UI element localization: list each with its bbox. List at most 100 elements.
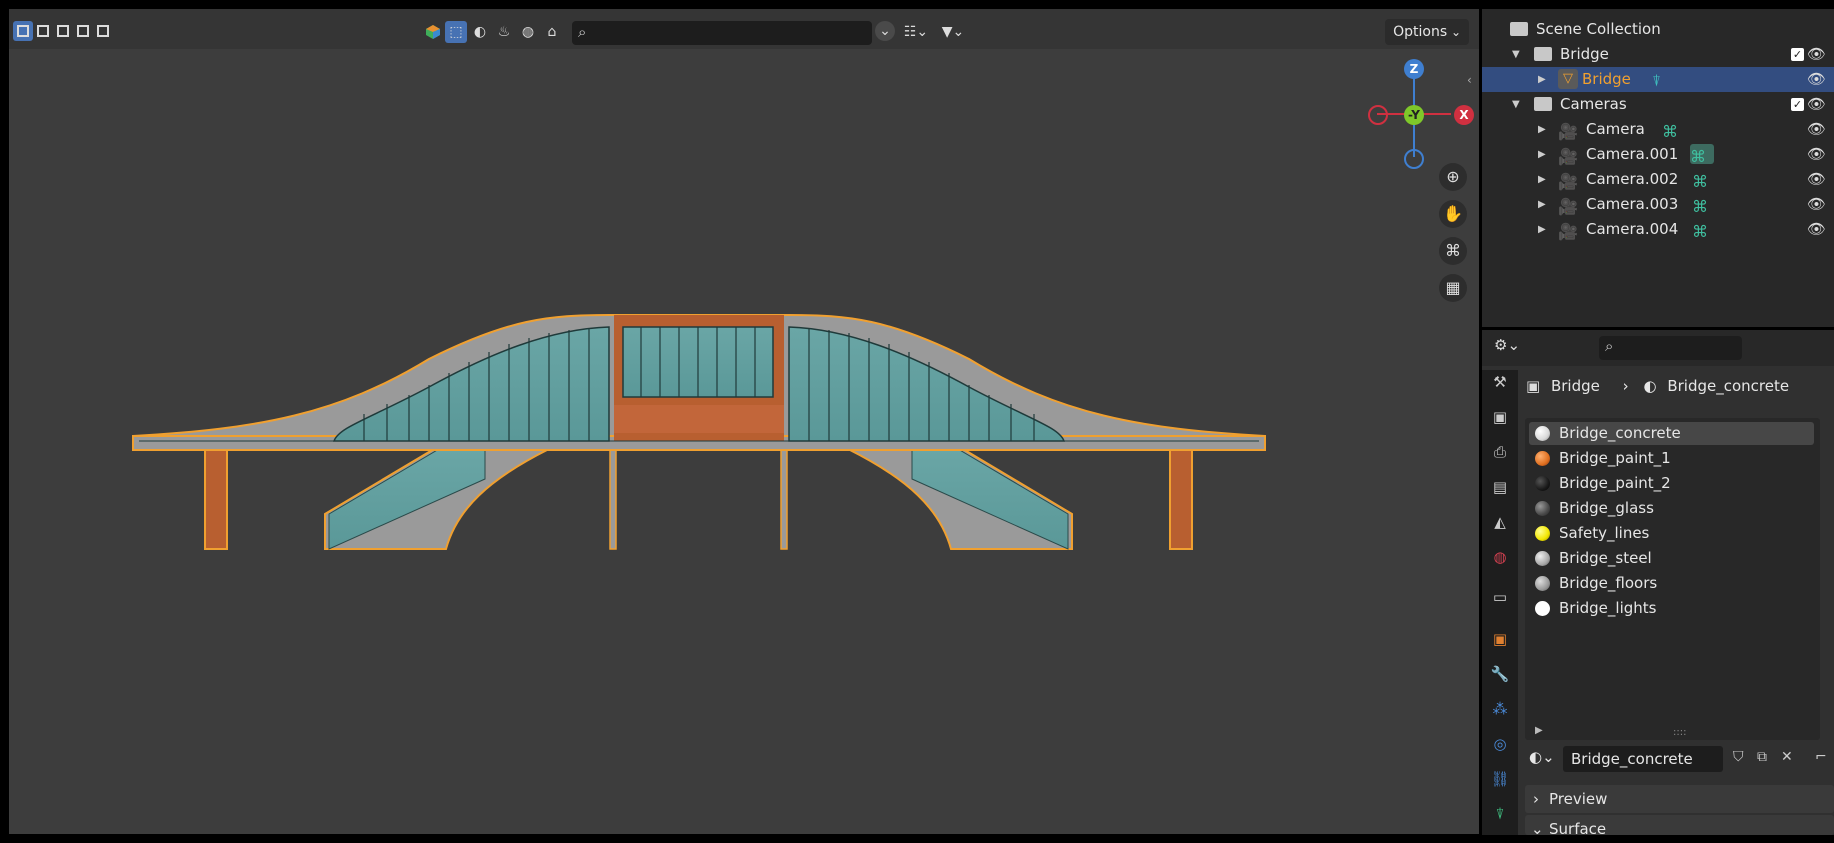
outliner-row-camera-004[interactable]: ▶ 🎥 Camera.004 ⌘ 👁: [1482, 217, 1834, 242]
surface-panel-header[interactable]: ⌄ Surface: [1525, 815, 1834, 835]
eye-icon[interactable]: 👁: [1807, 92, 1826, 117]
outliner-row-bridge-object[interactable]: ▶ ▽ Bridge ⍒ 👁: [1482, 67, 1834, 92]
pan-hand-icon[interactable]: ✋: [1439, 200, 1467, 228]
breadcrumb-material: Bridge_concrete: [1667, 377, 1790, 395]
resize-handle-icon[interactable]: ::::: [1673, 727, 1686, 738]
camera-data-icon[interactable]: ⌘: [1690, 144, 1714, 166]
outliner-row-bridge-collection[interactable]: ▼ Bridge ✓ 👁: [1482, 42, 1834, 67]
outliner-row-camera[interactable]: ▶ 🎥 Camera ⌘ 👁: [1482, 117, 1834, 142]
camera-data-icon[interactable]: ⌘: [1692, 194, 1712, 216]
exclude-checkbox[interactable]: ✓: [1791, 98, 1804, 111]
exclude-checkbox[interactable]: ✓: [1791, 48, 1804, 61]
camera-data-icon[interactable]: ⌘: [1662, 119, 1682, 141]
outliner-row-camera-001[interactable]: ▶ 🎥 Camera.001 ⌘ 👁: [1482, 142, 1834, 167]
breadcrumb-object: Bridge: [1550, 377, 1600, 395]
duplicate-material-icon[interactable]: ⧉: [1757, 749, 1767, 765]
eye-icon[interactable]: 👁: [1807, 167, 1826, 192]
material-slot[interactable]: Bridge_glass: [1529, 497, 1814, 520]
material-slot[interactable]: Bridge_floors: [1529, 572, 1814, 595]
outliner-row-camera-003[interactable]: ▶ 🎥 Camera.003 ⌘ 👁: [1482, 192, 1834, 217]
mesh-object-icon: ▽: [1558, 69, 1578, 89]
sidebar-toggle-icon[interactable]: ‹: [1467, 73, 1472, 87]
expand-triangle-icon[interactable]: ▶: [1538, 192, 1546, 217]
material-icon: ◐: [1643, 377, 1657, 395]
tool-tab-icon[interactable]: ⚒: [1488, 370, 1512, 394]
camera-object-icon: 🎥: [1558, 222, 1578, 241]
expand-triangle-icon[interactable]: ▶: [1538, 217, 1546, 242]
search-icon: ⌕: [1605, 337, 1614, 355]
expand-triangle-icon[interactable]: ▶: [1535, 725, 1543, 736]
outliner[interactable]: Scene Collection ▼ Bridge ✓ 👁 ▶ ▽ Bridge…: [1482, 9, 1834, 327]
camera-data-icon[interactable]: ⌘: [1692, 169, 1712, 191]
editor-type-dropdown[interactable]: ⚙⌄: [1494, 336, 1520, 354]
expand-triangle-icon[interactable]: ▶: [1538, 167, 1546, 192]
mesh-data-icon[interactable]: ⍒: [1652, 69, 1672, 90]
browse-material-icon[interactable]: ◐⌄: [1529, 748, 1555, 766]
gizmo-neg-z-axis[interactable]: [1404, 149, 1424, 169]
material-slot[interactable]: Bridge_steel: [1529, 547, 1814, 570]
view-layer-tab-icon[interactable]: ▤: [1488, 475, 1512, 499]
camera-object-icon: 🎥: [1558, 197, 1578, 216]
gizmo-x-axis[interactable]: X: [1454, 105, 1474, 125]
eye-icon[interactable]: 👁: [1807, 42, 1826, 67]
preview-panel-header[interactable]: › Preview: [1525, 785, 1834, 813]
data-tab-icon[interactable]: ⍒: [1488, 802, 1512, 826]
gizmo-neg-y-axis[interactable]: -Y: [1404, 105, 1424, 125]
zoom-icon[interactable]: ⊕: [1439, 163, 1467, 191]
object-tab-icon[interactable]: ▣: [1488, 627, 1512, 651]
gizmo-z-axis[interactable]: Z: [1404, 59, 1424, 79]
bridge-model[interactable]: [9, 9, 1479, 834]
chevron-down-icon: ⌄: [1531, 820, 1544, 835]
grid-perspective-icon[interactable]: ▦: [1439, 274, 1467, 302]
unlink-material-icon[interactable]: ✕: [1781, 749, 1793, 765]
modifier-wrench-icon[interactable]: 🔧: [1488, 662, 1512, 686]
camera-object-icon: 🎥: [1558, 172, 1578, 191]
outliner-row-camera-002[interactable]: ▶ 🎥 Camera.002 ⌘ 👁: [1482, 167, 1834, 192]
material-ball-icon: [1535, 526, 1550, 541]
properties-editor[interactable]: ⚙⌄ ⌕ ⚒ ▣ ⎙ ▤ ◭ ◍ ▭ ▣ 🔧 ⁂ ◎ ⛓ ⍒ ▣ Bridge …: [1482, 330, 1834, 835]
particles-tab-icon[interactable]: ⁂: [1488, 697, 1512, 721]
eyedropper-icon[interactable]: ⌐: [1815, 749, 1827, 765]
camera-data-icon[interactable]: ⌘: [1692, 219, 1712, 241]
material-slot[interactable]: Bridge_lights: [1529, 597, 1814, 620]
eye-icon[interactable]: 👁: [1807, 142, 1826, 167]
material-slot[interactable]: Bridge_concrete: [1529, 422, 1814, 445]
scene-tab-icon[interactable]: ◭: [1488, 510, 1512, 534]
expand-triangle-icon[interactable]: ▼: [1512, 42, 1520, 67]
properties-search-input[interactable]: ⌕: [1599, 336, 1742, 360]
eye-icon[interactable]: 👁: [1807, 117, 1826, 142]
fake-user-shield-icon[interactable]: ⛉: [1733, 749, 1744, 765]
outliner-row-scene-collection[interactable]: Scene Collection: [1482, 17, 1834, 42]
constraints-tab-icon[interactable]: ⛓: [1488, 767, 1512, 791]
material-slot-list[interactable]: Bridge_concrete Bridge_paint_1 Bridge_pa…: [1525, 418, 1820, 740]
properties-tabs: ⚒ ▣ ⎙ ▤ ◭ ◍ ▭ ▣ 🔧 ⁂ ◎ ⛓ ⍒: [1482, 370, 1518, 835]
3d-viewport[interactable]: ⬚ ◐ ♨ ◍ ⌂ ⌕ ⌄ ☷⌄ ▼⌄ Options ⌄ Z -Y X ⊕ ✋…: [9, 9, 1479, 834]
material-ball-icon: [1535, 451, 1550, 466]
material-ball-icon: [1535, 551, 1550, 566]
material-slot[interactable]: Bridge_paint_1: [1529, 447, 1814, 470]
material-ball-icon: [1535, 426, 1550, 441]
eye-icon[interactable]: 👁: [1807, 217, 1826, 242]
collection-tab-icon[interactable]: ▭: [1488, 585, 1512, 609]
output-tab-icon[interactable]: ⎙: [1488, 440, 1512, 464]
camera-object-icon: 🎥: [1558, 147, 1578, 166]
material-ball-icon: [1535, 576, 1550, 591]
render-tab-icon[interactable]: ▣: [1488, 405, 1512, 429]
gizmo-neg-x-axis[interactable]: [1368, 105, 1388, 125]
material-ball-icon: [1535, 476, 1550, 491]
eye-icon[interactable]: 👁: [1807, 67, 1826, 92]
physics-tab-icon[interactable]: ◎: [1488, 732, 1512, 756]
material-slot[interactable]: Bridge_paint_2: [1529, 472, 1814, 495]
outliner-row-cameras-collection[interactable]: ▼ Cameras ✓ 👁: [1482, 92, 1834, 117]
material-name-field[interactable]: Bridge_concrete: [1563, 746, 1723, 772]
expand-triangle-icon[interactable]: ▶: [1538, 67, 1546, 92]
chevron-right-icon: ›: [1533, 790, 1539, 808]
material-slot[interactable]: Safety_lines: [1529, 522, 1814, 545]
eye-icon[interactable]: 👁: [1807, 192, 1826, 217]
world-tab-icon[interactable]: ◍: [1488, 545, 1512, 569]
expand-triangle-icon[interactable]: ▼: [1512, 92, 1520, 117]
object-icon: ▣: [1526, 377, 1541, 395]
camera-view-icon[interactable]: ⌘: [1439, 237, 1467, 265]
expand-triangle-icon[interactable]: ▶: [1538, 117, 1546, 142]
expand-triangle-icon[interactable]: ▶: [1538, 142, 1546, 167]
